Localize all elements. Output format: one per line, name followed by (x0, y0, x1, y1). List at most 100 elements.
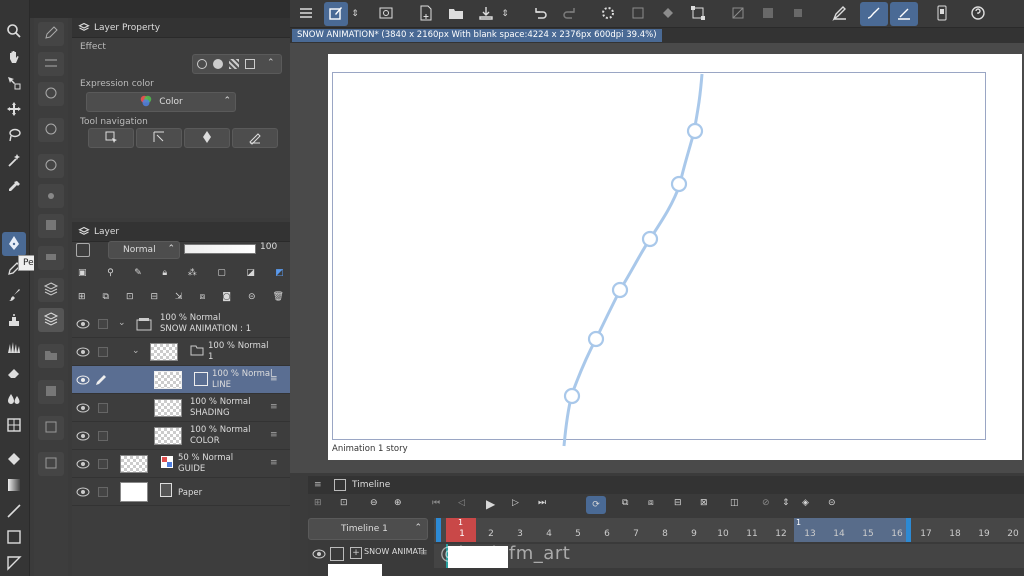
fill-button[interactable] (656, 2, 680, 26)
edit-timeline-icon[interactable]: ⊡ (340, 498, 348, 508)
frame-number[interactable]: 2 (477, 529, 505, 539)
clip-icon[interactable]: ▣ (78, 268, 87, 278)
stabilization-button[interactable] (860, 2, 888, 26)
mask-icon[interactable]: ▢ (217, 268, 226, 278)
frame-number[interactable]: 18 (941, 529, 969, 539)
new-file-button[interactable] (414, 2, 438, 26)
crop-button[interactable] (786, 2, 810, 26)
timeline-track-row[interactable]: + SNOW ANIMATI ≡ (308, 544, 1024, 576)
eye-icon[interactable] (76, 458, 90, 470)
redo-button[interactable] (558, 2, 582, 26)
apply-mask-icon[interactable]: ⊝ (248, 292, 256, 302)
expand-icon[interactable]: + (350, 547, 362, 559)
mask-add-icon[interactable]: ◙ (222, 292, 231, 302)
eye-icon[interactable] (76, 346, 90, 358)
sub-tool-4[interactable] (38, 118, 64, 142)
assign-cel-icon[interactable]: ⧈ (648, 498, 654, 508)
tool-move[interactable] (2, 98, 26, 122)
tool-gradient[interactable] (2, 474, 26, 498)
start-marker[interactable] (436, 518, 441, 542)
blend-settings-icon[interactable] (76, 243, 90, 257)
layer-lock-checkbox[interactable] (98, 487, 108, 497)
ruler-icon[interactable]: ◪ (246, 268, 255, 278)
layer-lock-checkbox[interactable] (98, 319, 108, 329)
frame-number[interactable]: 14 (825, 529, 853, 539)
drag-handle-icon[interactable]: ≡ (270, 430, 278, 440)
frame-number[interactable]: 19 (970, 529, 998, 539)
transfer-icon[interactable]: ⇲ (175, 292, 183, 302)
eye-icon[interactable] (76, 486, 90, 498)
layer-row-color[interactable]: 100 % Normal COLOR ≡ (72, 422, 290, 450)
frame-number[interactable]: 1 (448, 529, 476, 539)
canvas-area[interactable]: Animation 1 story (290, 43, 1024, 473)
sub-tool-9[interactable] (38, 278, 64, 302)
frame-number[interactable]: 3 (506, 529, 534, 539)
zoom-in-icon[interactable]: ⊕ (394, 498, 402, 508)
help-button[interactable] (966, 2, 990, 26)
modify-button[interactable] (374, 2, 398, 26)
next-frame-icon[interactable]: ▷ (512, 498, 519, 508)
frame-number[interactable]: 6 (593, 529, 621, 539)
frame-number[interactable]: 9 (680, 529, 708, 539)
snap-button[interactable] (828, 2, 852, 26)
frame-number[interactable]: 13 (796, 529, 824, 539)
lock-alpha-icon[interactable]: ⁂ (188, 268, 197, 278)
keyframe-spinner-icon[interactable]: ⇕ (782, 498, 790, 508)
sub-tool-2[interactable] (38, 52, 64, 76)
layer-row-shading[interactable]: 100 % Normal SHADING ≡ (72, 394, 290, 422)
loop-icon[interactable]: ⟳ (586, 496, 606, 514)
keyframe-off-icon[interactable]: ⊘ (762, 498, 770, 508)
layer-row-guide[interactable]: 50 % Normal GUIDE ≡ (72, 450, 290, 478)
hamburger-icon[interactable]: ≡ (314, 480, 322, 490)
tool-airbrush[interactable] (2, 310, 26, 334)
sub-tool-1[interactable] (38, 22, 64, 46)
new-vector-icon[interactable]: ⧉ (103, 292, 109, 302)
lock-icon[interactable]: 🔒︎ (162, 268, 167, 278)
frame-number[interactable]: 7 (622, 529, 650, 539)
tool-zoom[interactable] (2, 20, 26, 44)
tool-frame[interactable] (2, 414, 26, 438)
sub-tool-3[interactable] (38, 82, 64, 106)
eye-icon[interactable] (76, 318, 90, 330)
frame-number[interactable]: 4 (535, 529, 563, 539)
tool-brush[interactable] (2, 284, 26, 308)
chevron-down-icon[interactable]: ⌄ (118, 318, 126, 328)
device-button[interactable] (930, 2, 954, 26)
timeline-select[interactable]: Timeline 1 ⌃ (308, 518, 428, 540)
layer-row-line-selected[interactable]: 100 % Normal LINE ≡ (72, 366, 290, 394)
tool-nav-button-2[interactable] (136, 128, 182, 148)
cel-frame-icon[interactable]: ⊠ (700, 498, 708, 508)
tool-nav-button-4[interactable] (232, 128, 278, 148)
sub-tool-7[interactable] (38, 214, 64, 238)
tool-magic-wand[interactable] (2, 150, 26, 174)
eye-icon[interactable] (76, 430, 90, 442)
layer-row-animation-folder[interactable]: ⌄ 100 % Normal SNOW ANIMATION : 1 (72, 310, 290, 338)
chevron-down-icon[interactable]: ⌄ (132, 346, 140, 356)
keyframe-add-icon[interactable]: ◈ (802, 498, 809, 508)
trash-icon[interactable]: 🗑︎ (273, 292, 284, 302)
invert-selection-button[interactable] (756, 2, 780, 26)
tool-eraser[interactable] (2, 362, 26, 386)
layer-row-paper[interactable]: Paper (72, 478, 290, 506)
layer-lock-checkbox[interactable] (98, 347, 108, 357)
layer-lock-checkbox[interactable] (98, 431, 108, 441)
prev-frame-icon[interactable]: ◁ (458, 498, 465, 508)
cel-spec-icon[interactable]: ⊟ (674, 498, 682, 508)
tool-blend[interactable] (2, 388, 26, 412)
deselect-button[interactable] (726, 2, 750, 26)
tool-hand[interactable] (2, 46, 26, 70)
tool-pen[interactable] (2, 232, 26, 256)
sub-tool-13[interactable] (38, 416, 64, 440)
play-icon[interactable]: ▶ (486, 497, 495, 511)
transform-button[interactable] (686, 2, 710, 26)
cel-icon[interactable]: ⧉ (622, 498, 628, 508)
frame-number[interactable]: 17 (912, 529, 940, 539)
save-spinner[interactable]: ⇕ (498, 2, 512, 26)
eye-icon[interactable] (76, 402, 90, 414)
frame-number[interactable]: 5 (564, 529, 592, 539)
layer-lock-checkbox[interactable] (98, 459, 108, 469)
edit-mode-button[interactable] (324, 2, 348, 26)
sub-tool-6[interactable] (38, 184, 64, 208)
layer-lock-checkbox[interactable] (98, 403, 108, 413)
tool-eyedropper[interactable] (2, 176, 26, 200)
